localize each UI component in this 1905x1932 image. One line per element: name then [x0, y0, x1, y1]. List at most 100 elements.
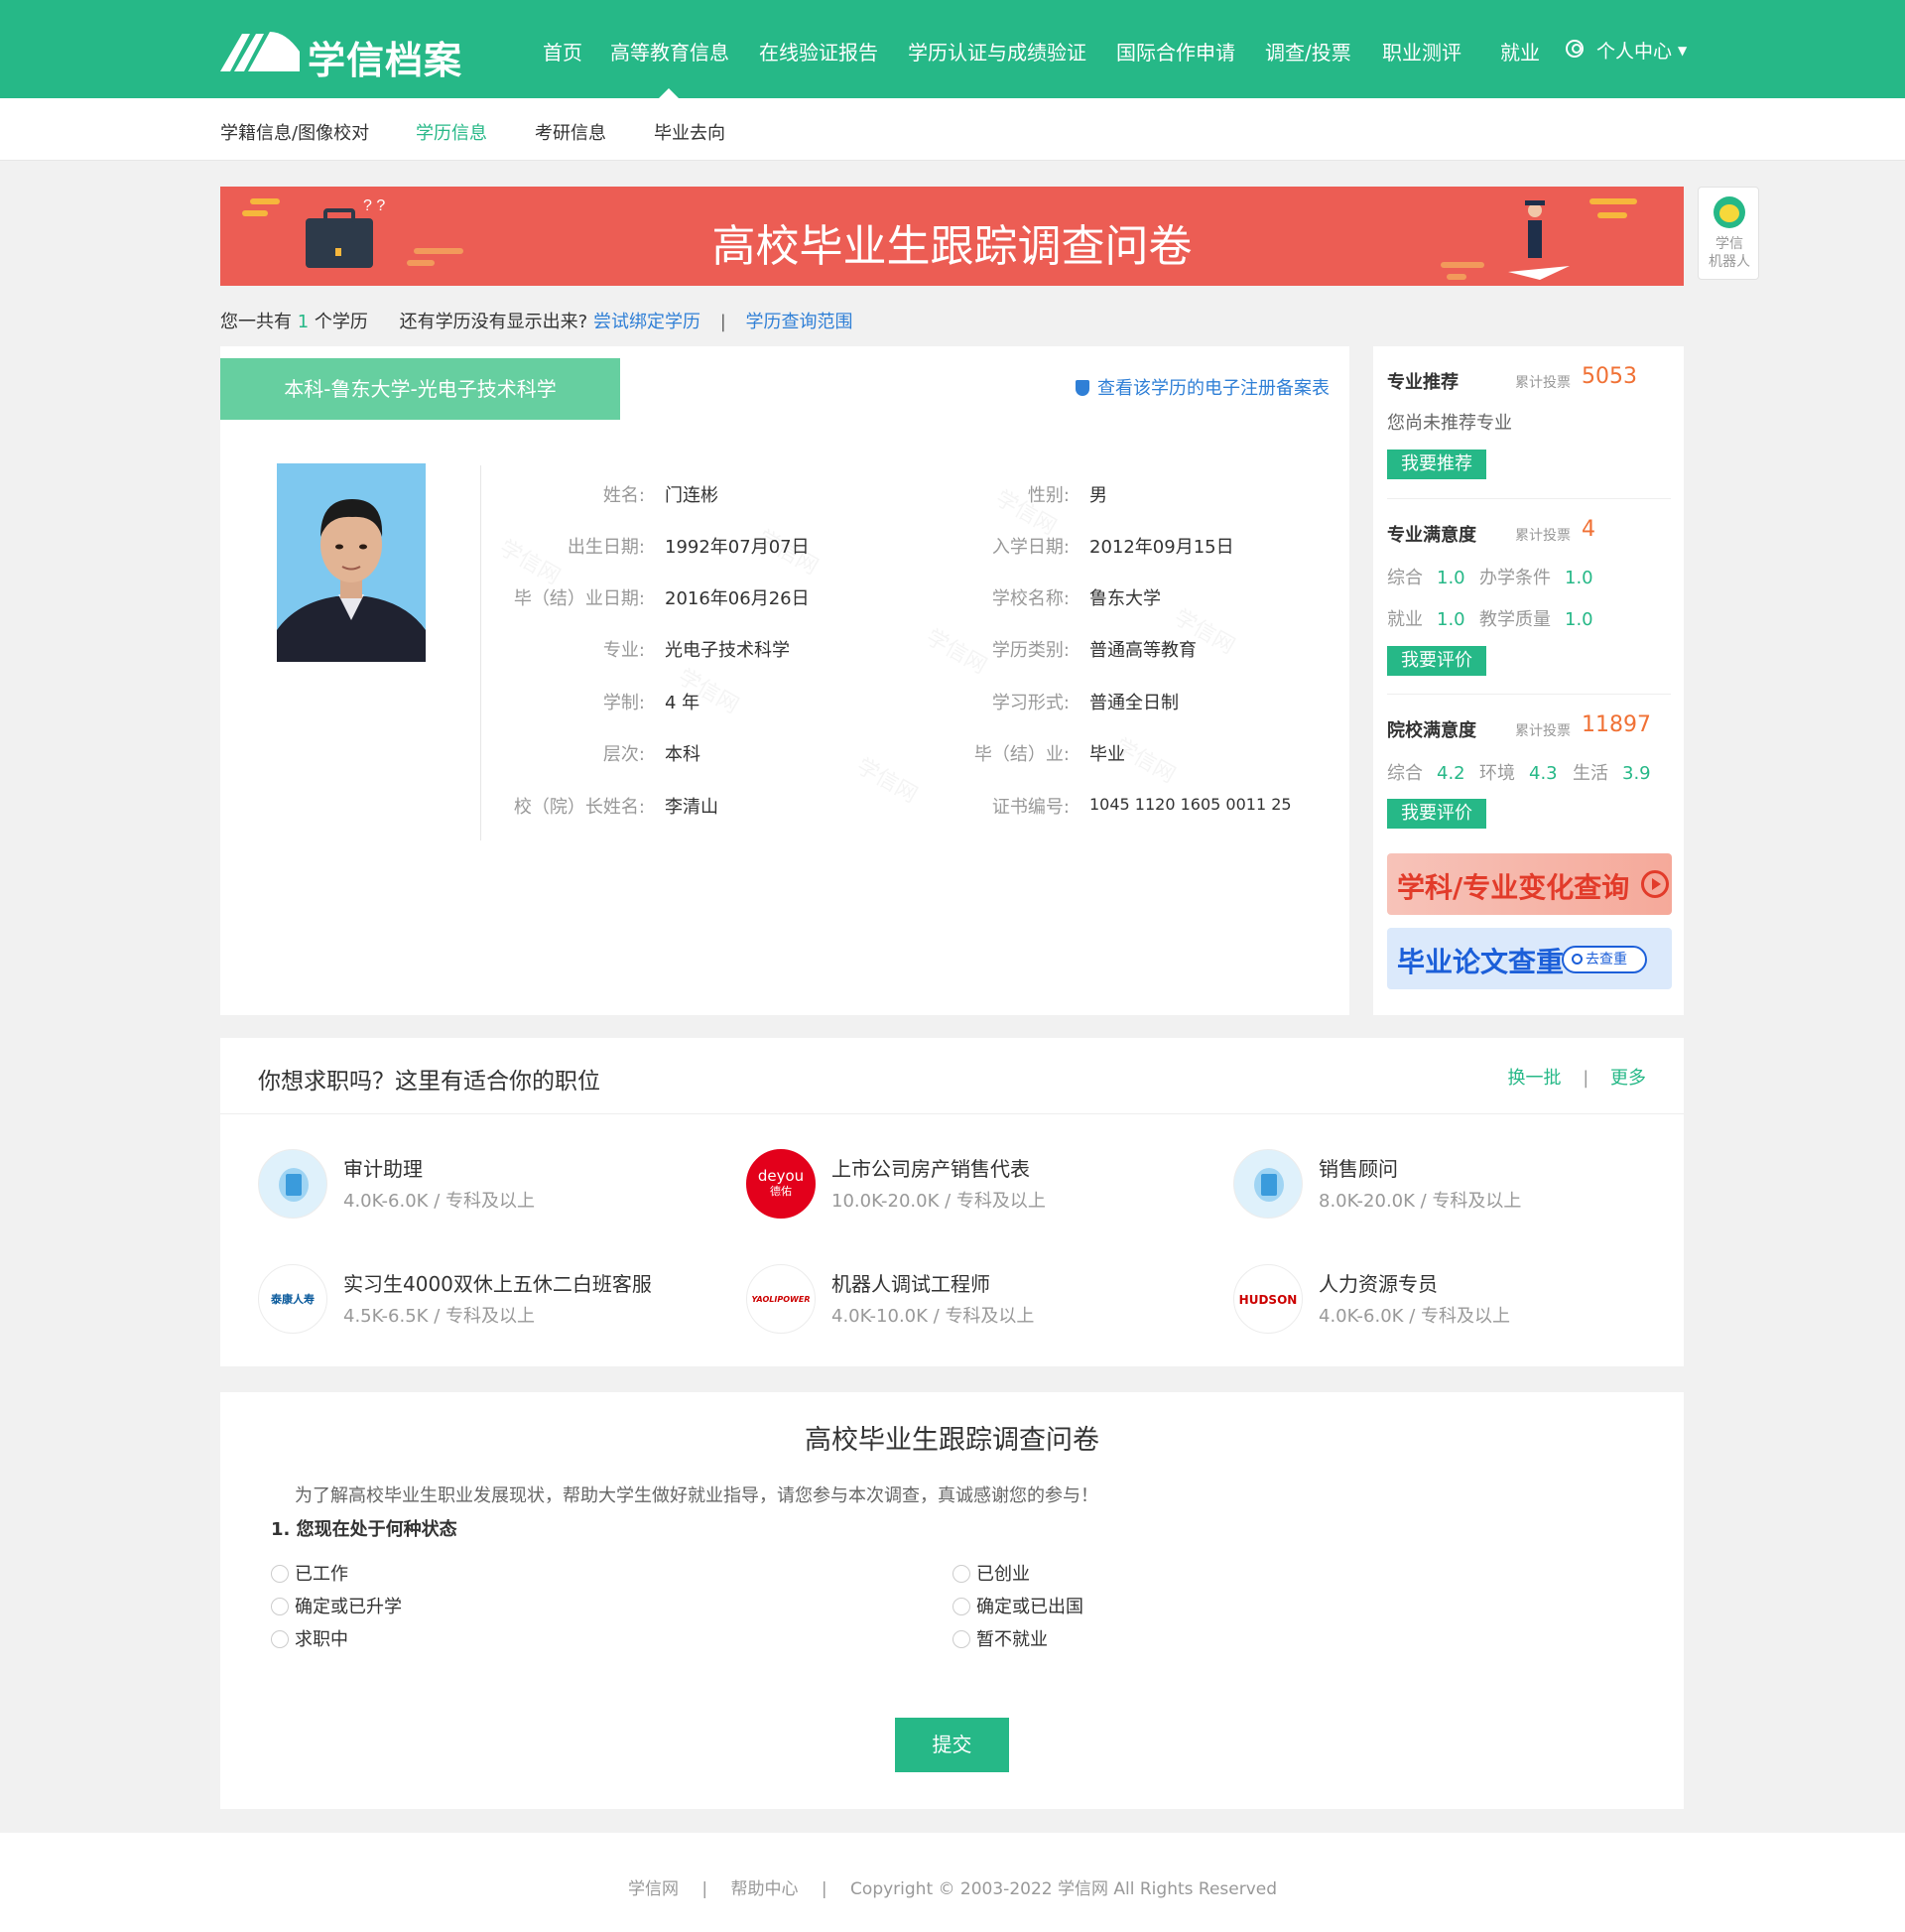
- nav-international[interactable]: 国际合作申请: [1116, 37, 1235, 65]
- submit-button[interactable]: 提交: [895, 1718, 1009, 1772]
- job-salary: 4.0K-6.0K: [1319, 1306, 1404, 1327]
- subnav-degree-info[interactable]: 学历信息: [416, 119, 487, 145]
- thesis-check-ad[interactable]: 毕业论文查重 去查重: [1387, 928, 1672, 989]
- school-overall-rating: 综合 4.2: [1387, 759, 1465, 785]
- nav-higher-education[interactable]: 高等教育信息: [610, 37, 729, 65]
- logo-mark-icon: [220, 32, 300, 71]
- job-salary: 4.0K-6.0K: [343, 1191, 429, 1212]
- option-entrepreneurship[interactable]: 已创业: [952, 1560, 1030, 1585]
- job-title: 机器人调试工程师: [831, 1272, 990, 1296]
- site-logo[interactable]: 学信档案: [220, 26, 462, 82]
- discipline-change-query-ad[interactable]: 学科/专业变化查询: [1387, 853, 1672, 915]
- assistant-robot[interactable]: 学信 机器人: [1698, 187, 1759, 280]
- robot-label-line1: 学信: [1715, 236, 1743, 252]
- environment-rating: 环境 4.3: [1479, 759, 1558, 785]
- radio-button[interactable]: [952, 1598, 970, 1615]
- survey-title: 高校毕业生跟踪调查问卷: [805, 1425, 1099, 1456]
- refresh-jobs-link[interactable]: 换一批: [1507, 1068, 1561, 1089]
- nav-home[interactable]: 首页: [543, 37, 582, 65]
- job-salary: 4.0K-10.0K: [831, 1306, 928, 1327]
- radio-button[interactable]: [952, 1630, 970, 1648]
- job-education: 专科及以上: [1420, 1306, 1510, 1327]
- recommend-button[interactable]: 我要推荐: [1387, 450, 1486, 479]
- taikang-logo: 泰康人寿: [258, 1264, 327, 1334]
- registration-record-label: 查看该学历的电子注册备案表: [1097, 378, 1330, 399]
- divider: [1387, 694, 1671, 695]
- registration-record-link[interactable]: 查看该学历的电子注册备案表: [1076, 374, 1330, 400]
- job-meta: 8.0K-20.0K / 专科及以上: [1319, 1191, 1522, 1212]
- nav-employment[interactable]: 就业: [1500, 37, 1540, 65]
- radio-button[interactable]: [271, 1565, 289, 1583]
- thesis-check-button[interactable]: 去查重: [1562, 946, 1647, 973]
- job-item[interactable]: YAOLIPOWER 机器人调试工程师 4.0K-10.0K / 专科及以上: [746, 1264, 1222, 1334]
- school-satisfaction-votes: 11897: [1582, 712, 1651, 737]
- major-recommend-votes-label: 累计投票: [1515, 375, 1571, 391]
- job-item[interactable]: 审计助理 4.0K-6.0K / 专科及以上: [258, 1149, 734, 1219]
- radio-button[interactable]: [952, 1565, 970, 1583]
- life-rating-label: 生活: [1573, 763, 1608, 784]
- footer-chsi-link[interactable]: 学信网: [628, 1879, 679, 1899]
- subnav-graduation-destination[interactable]: 毕业去向: [654, 119, 725, 145]
- graduation-status-value: 毕业: [1089, 744, 1125, 765]
- rate-major-button[interactable]: 我要评价: [1387, 646, 1486, 676]
- degree-count: 1: [297, 312, 310, 332]
- degree-count-line: 您一共有 1 个学历 还有学历没有显示出来? 尝试绑定学历 | 学历查询范围: [220, 308, 853, 333]
- nav-online-verification[interactable]: 在线验证报告: [759, 37, 878, 65]
- student-photo: [277, 463, 426, 662]
- nav-degree-certification[interactable]: 学历认证与成绩验证: [908, 37, 1086, 65]
- education-type-value: 普通高等教育: [1089, 640, 1197, 661]
- option-label: 确定或已出国: [976, 1597, 1083, 1617]
- nav-career-test[interactable]: 职业测评: [1382, 37, 1461, 65]
- option-label: 已工作: [295, 1564, 348, 1585]
- footer-help-link[interactable]: 帮助中心: [731, 1879, 799, 1899]
- employment-rating-value: 1.0: [1437, 609, 1465, 630]
- separator: |: [719, 312, 726, 332]
- overall-rating-value: 1.0: [1437, 568, 1465, 588]
- school-overall-rating-label: 综合: [1387, 763, 1423, 784]
- deyou-logo-subtext: 德佑: [770, 1185, 792, 1198]
- radio-button[interactable]: [271, 1630, 289, 1648]
- nav-survey-vote[interactable]: 调查/投票: [1265, 37, 1351, 65]
- certificate-number-label: 证书编号:: [991, 797, 1070, 818]
- facilities-rating: 办学条件 1.0: [1479, 564, 1593, 589]
- job-item[interactable]: deyou 德佑 上市公司房产销售代表 10.0K-20.0K / 专科及以上: [746, 1149, 1222, 1219]
- deyou-logo-text: deyou: [757, 1167, 805, 1185]
- job-salary: 10.0K-20.0K: [831, 1191, 940, 1212]
- subnav-postgraduate-exam[interactable]: 考研信息: [535, 119, 606, 145]
- study-years-value: 4 年: [665, 693, 700, 713]
- study-years-label: 学制:: [602, 693, 645, 713]
- missing-degree-question: 还有学历没有显示出来?: [399, 312, 588, 332]
- option-job-seeking[interactable]: 求职中: [271, 1625, 348, 1650]
- building-icon: [258, 1149, 327, 1219]
- graduation-date-label: 毕（结）业日期:: [513, 588, 645, 609]
- option-employed[interactable]: 已工作: [271, 1560, 348, 1585]
- query-scope-link[interactable]: 学历查询范围: [746, 312, 853, 332]
- job-item[interactable]: HUDSON 人力资源专员 4.0K-6.0K / 专科及以上: [1233, 1264, 1710, 1334]
- active-nav-indicator: [659, 88, 679, 98]
- job-title: 销售顾问: [1319, 1157, 1398, 1181]
- school-overall-rating-value: 4.2: [1437, 763, 1465, 784]
- option-further-study[interactable]: 确定或已升学: [271, 1593, 402, 1617]
- level-value: 本科: [665, 744, 700, 765]
- survey-banner[interactable]: ? ? 高校毕业生跟踪调查问卷: [220, 187, 1684, 286]
- user-icon[interactable]: [1566, 40, 1584, 58]
- survey-question: 1. 您现在处于何种状态: [271, 1519, 457, 1540]
- job-item[interactable]: 销售顾问 8.0K-20.0K / 专科及以上: [1233, 1149, 1710, 1219]
- degree-tab[interactable]: 本科-鲁东大学-光电子技术科学: [220, 358, 620, 420]
- rate-school-button[interactable]: 我要评价: [1387, 799, 1486, 829]
- subnav-student-status[interactable]: 学籍信息/图像校对: [220, 119, 369, 145]
- job-title: 人力资源专员: [1319, 1272, 1438, 1296]
- footer-links: 学信网 | 帮助中心 | Copyright © 2003-2022 学信网 A…: [0, 1874, 1905, 1899]
- teaching-rating-label: 教学质量: [1479, 609, 1551, 630]
- nav-personal-center[interactable]: 个人中心 ▼: [1596, 37, 1687, 64]
- divider: [1387, 498, 1671, 499]
- job-education: 专科及以上: [444, 1191, 535, 1212]
- vertical-divider: [480, 465, 481, 840]
- option-abroad[interactable]: 确定或已出国: [952, 1593, 1083, 1617]
- more-jobs-link[interactable]: 更多: [1610, 1068, 1646, 1089]
- job-item[interactable]: 泰康人寿 实习生4000双休上五休二白班客服 4.5K-6.5K / 专科及以上: [258, 1264, 734, 1334]
- radio-button[interactable]: [271, 1598, 289, 1615]
- option-not-employed[interactable]: 暂不就业: [952, 1625, 1048, 1650]
- bind-degree-link[interactable]: 尝试绑定学历: [593, 312, 700, 332]
- name-label: 姓名:: [602, 485, 645, 506]
